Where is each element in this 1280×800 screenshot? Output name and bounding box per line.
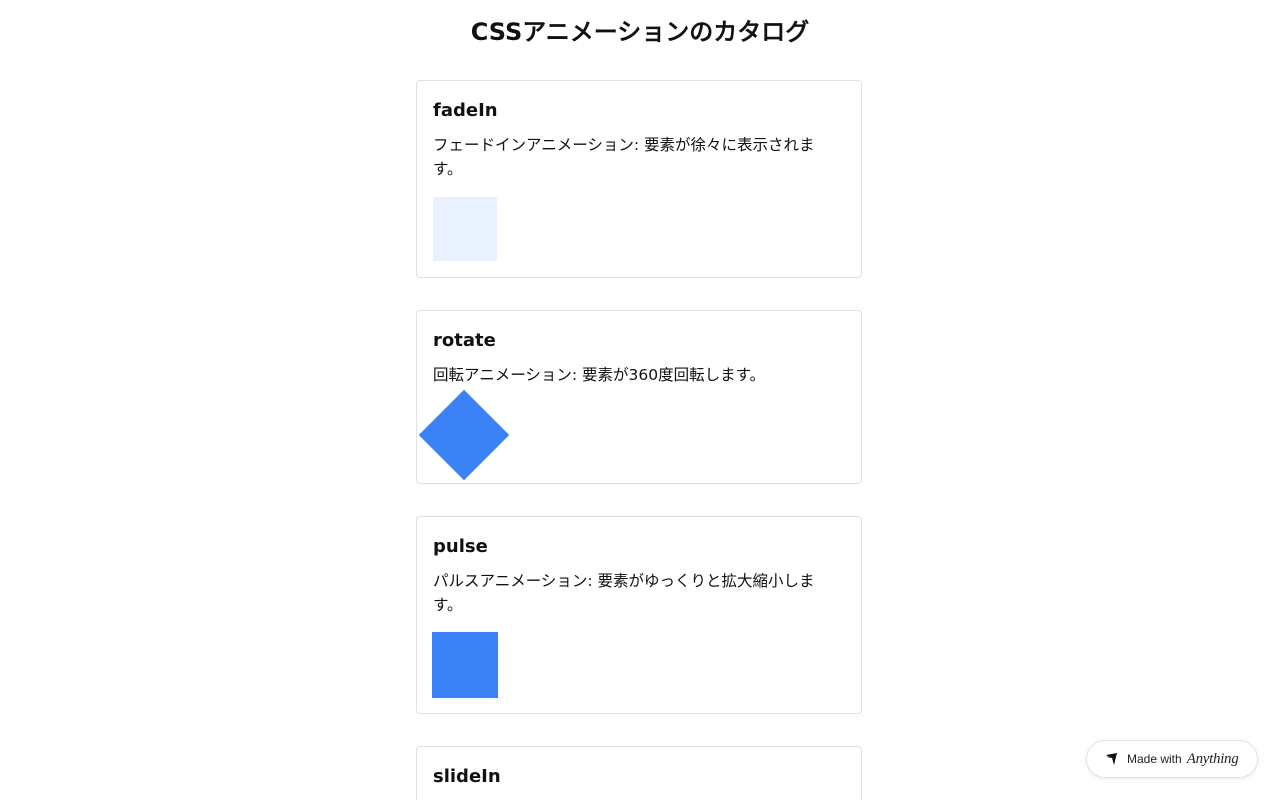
animation-card-rotate: rotate 回転アニメーション: 要素が360度回転します。 (416, 310, 862, 484)
card-title: rotate (433, 330, 496, 351)
card-title: pulse (433, 536, 488, 557)
badge-prefix: Made with (1127, 752, 1182, 766)
page-title: CSSアニメーションのカタログ (470, 18, 810, 46)
fadein-demo-box (433, 197, 497, 261)
animation-card-fadein: fadeIn フェードインアニメーション: 要素が徐々に表示されます。 (416, 80, 862, 278)
animation-card-slidein: slideIn (416, 746, 862, 800)
made-with-anything-badge[interactable]: Made with Anything (1086, 740, 1258, 778)
page: CSSアニメーションのカタログ fadeIn フェードインアニメーション: 要素… (0, 0, 1280, 800)
card-description: パルスアニメーション: 要素がゆっくりと拡大縮小します。 (433, 572, 815, 614)
badge-brand: Anything (1186, 750, 1239, 767)
card-title: fadeIn (433, 100, 498, 121)
card-title: slideIn (433, 766, 501, 787)
card-description: 回転アニメーション: 要素が360度回転します。 (433, 366, 766, 384)
card-description: フェードインアニメーション: 要素が徐々に表示されます。 (433, 136, 815, 178)
anything-logo-icon (1105, 752, 1119, 766)
animation-card-pulse: pulse パルスアニメーション: 要素がゆっくりと拡大縮小します。 (416, 516, 862, 714)
rotate-demo-box (418, 389, 510, 481)
pulse-demo-box (432, 632, 498, 698)
